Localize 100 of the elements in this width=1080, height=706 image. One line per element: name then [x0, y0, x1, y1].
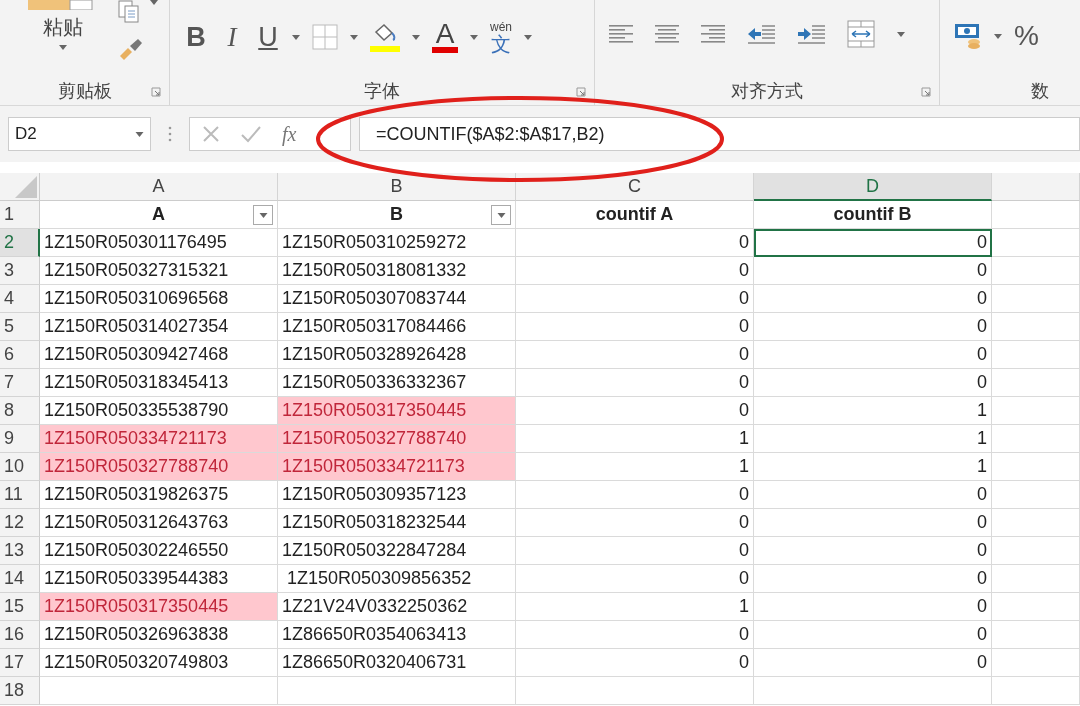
table-cell: 1Z86650R0320406731	[278, 649, 516, 677]
header-text: A	[152, 204, 165, 225]
dialog-launcher-icon[interactable]	[576, 87, 586, 97]
dropdown-arrow-icon[interactable]	[292, 34, 300, 40]
font-color-button[interactable]: A	[432, 21, 458, 53]
decrease-indent-icon[interactable]	[747, 24, 775, 44]
row-header[interactable]: 8	[0, 397, 40, 425]
table-cell: 1Z150R050327315321	[40, 257, 278, 285]
align-center-icon[interactable]	[655, 25, 679, 43]
row-header[interactable]: 2	[0, 229, 40, 257]
dialog-launcher-icon[interactable]	[151, 87, 161, 97]
table-cell: 0	[516, 257, 754, 285]
table-cell: 0	[516, 537, 754, 565]
dropdown-arrow-icon[interactable]	[470, 34, 478, 40]
merge-center-icon[interactable]	[847, 20, 875, 48]
table-cell: 0	[516, 369, 754, 397]
dropdown-arrow-icon[interactable]	[897, 31, 905, 37]
table-cell: 0	[754, 257, 992, 285]
dropdown-arrow-icon[interactable]	[524, 34, 532, 40]
row-header[interactable]: 4	[0, 285, 40, 313]
caret-icon	[496, 212, 506, 218]
table-cell: 1Z150R050318081332	[278, 257, 516, 285]
table-cell: 1Z86650R0354063413	[278, 621, 516, 649]
row-header[interactable]: 5	[0, 313, 40, 341]
italic-button[interactable]: I	[220, 21, 244, 53]
font-color-bar	[432, 47, 458, 53]
table-cell: 1Z150R050317350445	[278, 397, 516, 425]
percent-button[interactable]: %	[1014, 20, 1039, 52]
table-cell: 0	[754, 481, 992, 509]
table-cell: 1	[516, 593, 754, 621]
table-cell: 1	[754, 453, 992, 481]
table-cell: 0	[516, 621, 754, 649]
table-cell: 0	[754, 649, 992, 677]
align-right-icon[interactable]	[701, 25, 725, 43]
name-box[interactable]: D2	[8, 117, 151, 151]
column-header[interactable]: C	[516, 173, 754, 201]
table-cell: 1Z150R050334721173	[40, 425, 278, 453]
table-cell: 0	[754, 593, 992, 621]
row-header[interactable]: 10	[0, 453, 40, 481]
align-left-icon[interactable]	[609, 25, 633, 43]
table-cell: 1Z150R050327788740	[278, 425, 516, 453]
phonetic-guide-button[interactable]: wén 文	[490, 20, 512, 54]
formula-field[interactable]: =COUNTIF($A$2:$A$17,B2)	[359, 117, 1080, 151]
row-header[interactable]: 14	[0, 565, 40, 593]
row-header[interactable]: 17	[0, 649, 40, 677]
table-cell: 0	[754, 621, 992, 649]
row-header[interactable]: 13	[0, 537, 40, 565]
table-cell: 0	[754, 565, 992, 593]
column-header[interactable]: D	[754, 173, 992, 201]
row-header[interactable]: 18	[0, 677, 40, 705]
table-cell: 1Z150R050318232544	[278, 509, 516, 537]
row-header[interactable]: 16	[0, 621, 40, 649]
dropdown-arrow-icon[interactable]	[412, 34, 420, 40]
row-header[interactable]: 15	[0, 593, 40, 621]
table-cell: 0	[754, 509, 992, 537]
table-cell: 1	[516, 453, 754, 481]
table-cell: 1Z21V24V0332250362	[278, 593, 516, 621]
table-cell: 1Z150R050319826375	[40, 481, 278, 509]
dropdown-arrow-icon[interactable]	[350, 34, 358, 40]
underline-button[interactable]: U	[256, 21, 280, 53]
dropdown-arrow-icon[interactable]	[150, 0, 158, 5]
table-cell: 0	[754, 369, 992, 397]
row-header[interactable]: 1	[0, 201, 40, 229]
table-cell: 0	[516, 341, 754, 369]
table-cell: 0	[516, 313, 754, 341]
row-header[interactable]: 7	[0, 369, 40, 397]
row-header[interactable]: 12	[0, 509, 40, 537]
group-label: 对齐方式	[731, 80, 803, 103]
insert-function-button[interactable]: fx	[282, 122, 297, 146]
table-cell: 1Z150R050310259272	[278, 229, 516, 257]
group-label: 字体	[364, 80, 400, 103]
table-cell: 1Z150R050301176495	[40, 229, 278, 257]
paste-button[interactable]: 粘贴	[28, 0, 98, 60]
table-cell: 1Z150R050317084466	[278, 313, 516, 341]
header-text: countif A	[595, 204, 674, 225]
format-painter-icon[interactable]	[118, 38, 144, 60]
dropdown-arrow-icon[interactable]	[994, 33, 1002, 39]
row-header[interactable]: 9	[0, 425, 40, 453]
check-icon[interactable]	[240, 125, 262, 143]
table-cell: 1Z150R050309357123	[278, 481, 516, 509]
table-cell: 1Z150R050322847284	[278, 537, 516, 565]
currency-icon[interactable]	[954, 22, 982, 50]
row-header[interactable]: 3	[0, 257, 40, 285]
column-header[interactable]: B	[278, 173, 516, 201]
dialog-launcher-icon[interactable]	[921, 87, 931, 97]
header-text: countif B	[833, 204, 912, 225]
increase-indent-icon[interactable]	[797, 24, 825, 44]
row-header[interactable]: 6	[0, 341, 40, 369]
table-cell: 0	[516, 649, 754, 677]
fill-color-icon[interactable]	[370, 22, 400, 52]
filter-button[interactable]	[491, 205, 511, 225]
group-label: 数	[1031, 80, 1049, 103]
column-header[interactable]: A	[40, 173, 278, 201]
dropdown-arrow-icon[interactable]	[135, 131, 144, 137]
bold-button[interactable]: B	[184, 21, 208, 53]
filter-button[interactable]	[253, 205, 273, 225]
table-cell: 1Z150R050326963838	[40, 621, 278, 649]
table-cell: 0	[516, 481, 754, 509]
row-header[interactable]: 11	[0, 481, 40, 509]
table-cell: 0	[754, 313, 992, 341]
